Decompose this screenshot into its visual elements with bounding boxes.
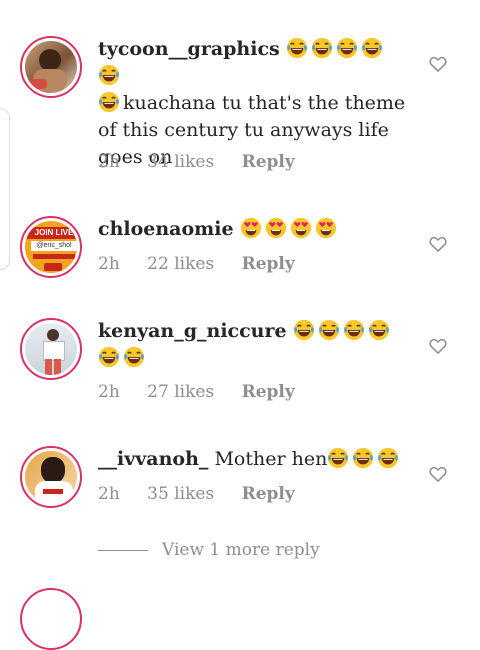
comment-meta: 2h 34 likes Reply [98,152,317,172]
face-with-tears-of-joy-icon [311,37,333,59]
view-more-label[interactable]: View 1 more reply [162,540,320,560]
smiling-face-with-heart-eyes-icon [315,217,337,239]
face-with-tears-of-joy-icon [123,346,145,368]
timestamp: 2h [98,254,120,274]
smiling-face-with-heart-eyes-icon [290,217,312,239]
face-with-tears-of-joy-icon [98,64,120,86]
reply-button[interactable]: Reply [242,484,295,504]
avatar[interactable] [20,446,82,508]
username[interactable]: tycoon__graphics [98,38,280,60]
likes-count[interactable]: 34 likes [147,152,214,172]
face-with-tears-of-joy-icon [377,447,399,469]
heart-outline-icon[interactable] [428,464,448,484]
face-with-tears-of-joy-icon [368,319,390,341]
avatar-badge-text: JOIN LIVE [27,227,77,239]
comment-text: chloenaomie [98,216,408,243]
comment-body: Mother hen [214,448,328,470]
avatar[interactable]: JOIN LIVE @eric_shol [20,216,82,278]
face-with-tears-of-joy-icon [327,447,349,469]
timestamp: 2h [98,152,120,172]
divider [98,550,148,551]
comment-meta: 2h 27 likes Reply [98,382,317,402]
view-more-replies[interactable]: View 1 more reply [98,540,320,560]
comment-meta: 2h 22 likes Reply [98,254,317,274]
face-with-tears-of-joy-icon [98,91,120,113]
avatar[interactable] [20,318,82,380]
face-with-tears-of-joy-icon [336,37,358,59]
face-with-tears-of-joy-icon [293,319,315,341]
face-with-tears-of-joy-icon [318,319,340,341]
reply-button[interactable]: Reply [242,254,295,274]
heart-outline-icon[interactable] [428,234,448,254]
timestamp: 2h [98,382,120,402]
avatar[interactable] [20,36,82,98]
likes-count[interactable]: 35 likes [147,484,214,504]
face-with-tears-of-joy-icon [352,447,374,469]
face-with-tears-of-joy-icon [98,346,120,368]
likes-count[interactable]: 27 likes [147,382,214,402]
likes-count[interactable]: 22 likes [147,254,214,274]
username[interactable]: kenyan_g_niccure [98,320,287,342]
username[interactable]: __ivvanoh_ [98,448,208,470]
avatar-handle-text: @eric_shol [31,241,77,251]
comment-meta: 2h 35 likes Reply [98,484,317,504]
avatar[interactable] [20,588,82,650]
comment-text: tycoon__graphics kuachana tu that's the … [98,36,408,171]
smiling-face-with-heart-eyes-icon [265,217,287,239]
side-panel-edge [0,108,10,270]
face-with-tears-of-joy-icon [286,37,308,59]
heart-outline-icon[interactable] [428,336,448,356]
face-with-tears-of-joy-icon [361,37,383,59]
username[interactable]: chloenaomie [98,218,234,240]
smiling-face-with-heart-eyes-icon [240,217,262,239]
timestamp: 2h [98,484,120,504]
face-with-tears-of-joy-icon [343,319,365,341]
reply-button[interactable]: Reply [242,382,295,402]
comment-text: __ivvanoh_ Mother hen [98,446,408,473]
reply-button[interactable]: Reply [242,152,295,172]
heart-outline-icon[interactable] [428,54,448,74]
comment-text: kenyan_g_niccure [98,318,408,372]
